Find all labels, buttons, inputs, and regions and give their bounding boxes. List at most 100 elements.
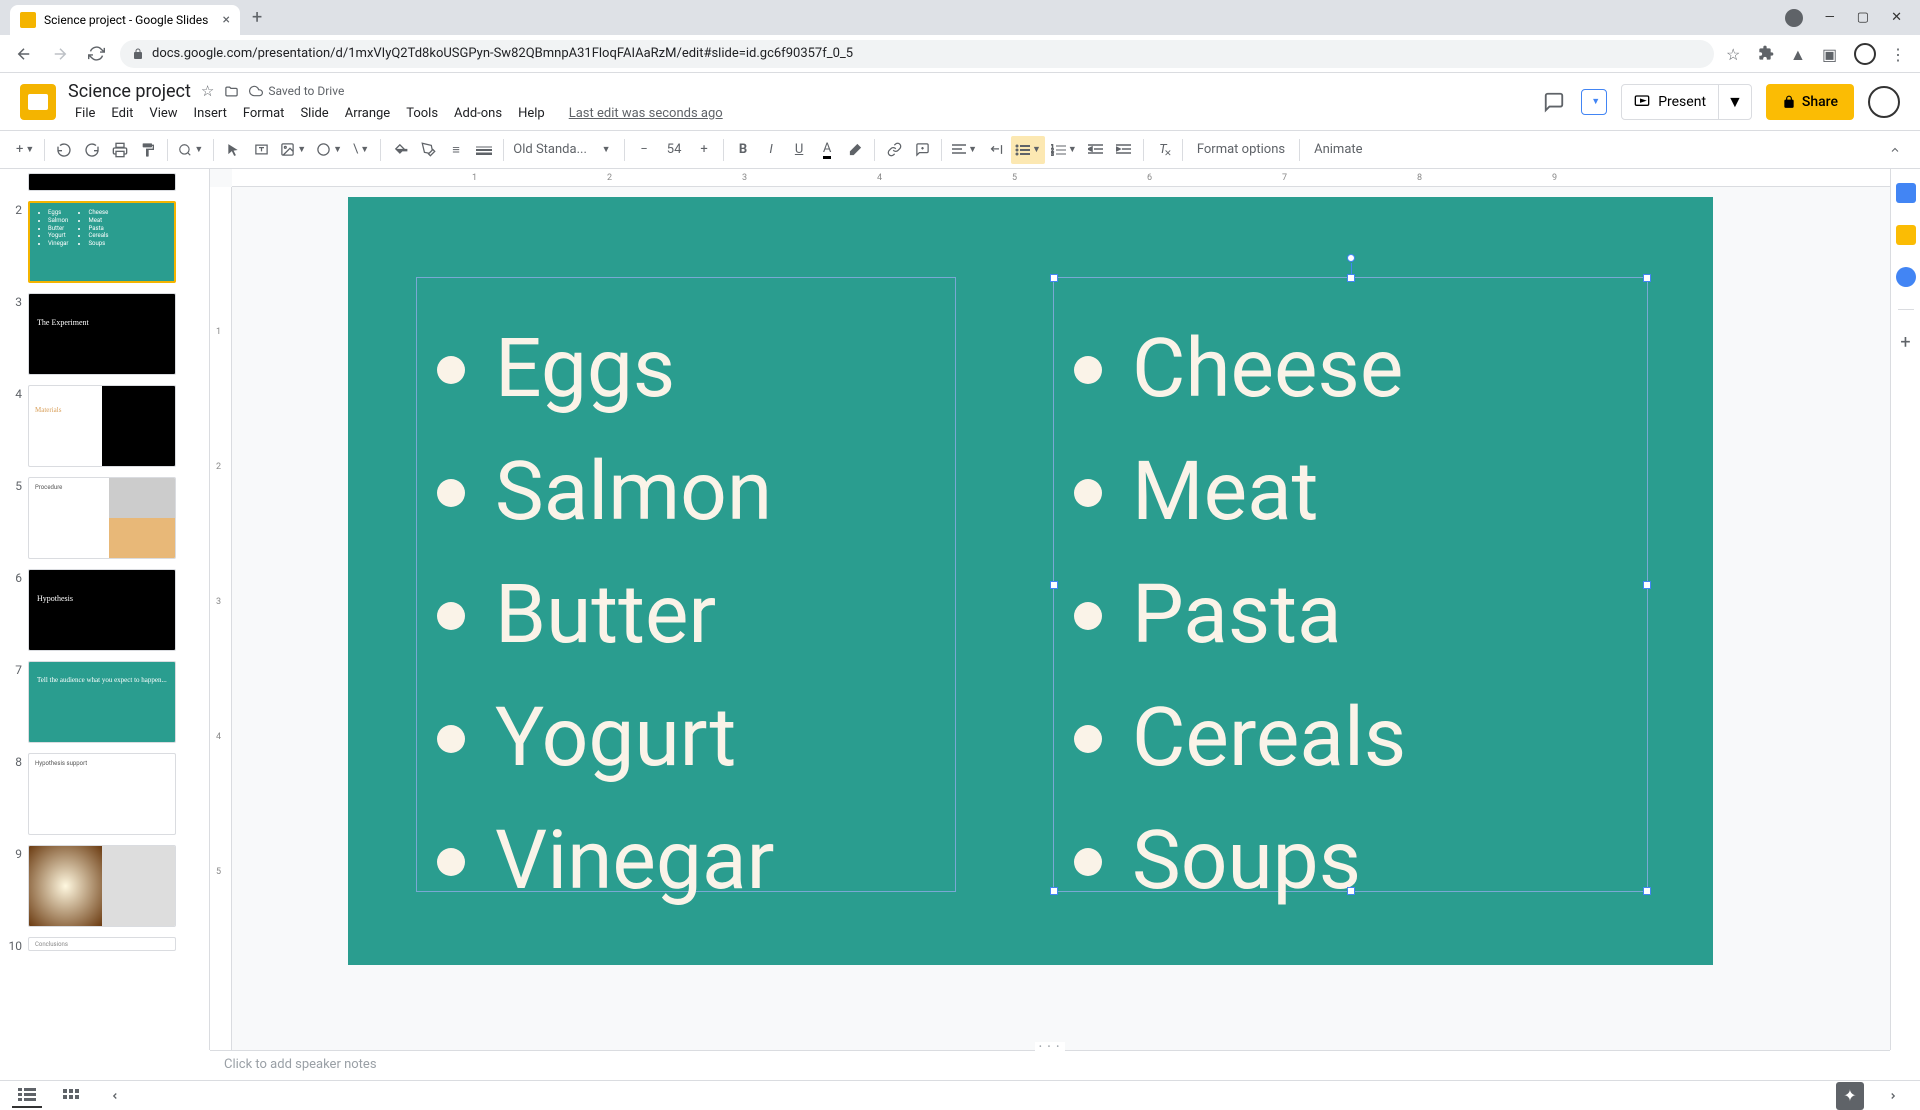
move-icon[interactable] [224,84,239,99]
underline-button[interactable]: U [786,136,812,164]
bullet-item[interactable]: Soups [1074,800,1627,923]
close-window-icon[interactable]: ✕ [1891,10,1902,25]
new-tab-button[interactable]: + [240,7,274,28]
resize-handle[interactable] [1050,581,1058,589]
bullet-item[interactable]: Cheese [1074,308,1627,431]
comments-icon[interactable] [1541,89,1567,115]
line-tool[interactable]: \▼ [348,136,374,164]
border-color-button[interactable] [415,136,441,164]
slide-thumb-1[interactable] [28,173,176,191]
chrome-menu-icon[interactable]: ⋮ [1890,45,1908,63]
forward-button[interactable] [48,42,72,66]
font-dropdown-icon[interactable]: ▼ [592,136,618,164]
shape-tool[interactable]: ▼ [312,136,346,164]
bullet-item[interactable]: Yogurt [437,677,935,800]
side-panel-toggle-button[interactable] [1878,1084,1908,1108]
slide-thumb-4[interactable]: Materials [28,385,176,467]
resize-handle[interactable] [1643,274,1651,282]
align-button[interactable]: ▼ [948,136,981,164]
ext-icon-2[interactable]: ▣ [1822,45,1840,63]
indent-decrease-button[interactable] [1083,136,1109,164]
textbox-tool[interactable] [248,136,274,164]
slides-logo-icon[interactable] [20,84,56,120]
reload-button[interactable] [84,42,108,66]
resize-handle[interactable] [1050,887,1058,895]
menu-arrange[interactable]: Arrange [338,104,397,123]
resize-handle[interactable] [1347,274,1355,282]
resize-handle[interactable] [1050,274,1058,282]
bullet-item[interactable]: Salmon [437,431,935,554]
line-spacing-button[interactable] [983,136,1009,164]
browser-profile-icon[interactable] [1854,43,1876,65]
bullet-item[interactable]: Cereals [1074,677,1627,800]
resize-handle[interactable] [1643,887,1651,895]
border-weight-button[interactable]: ≡ [443,136,469,164]
present-dropdown-icon[interactable]: ▼ [1581,89,1607,115]
new-slide-button[interactable]: +▼ [12,136,38,164]
slide-thumb-10[interactable]: Conclusions [28,937,176,951]
browser-tab[interactable]: Science project - Google Slides × [10,5,240,35]
menu-view[interactable]: View [142,104,184,123]
bulleted-list-button[interactable]: ▼ [1011,136,1045,164]
resize-handle[interactable] [1347,887,1355,895]
undo-button[interactable] [51,136,77,164]
toolbar-collapse-icon[interactable] [1882,136,1908,164]
bullet-item[interactable]: Eggs [437,308,935,431]
animate-button[interactable]: Animate [1306,136,1370,164]
highlight-button[interactable] [842,136,868,164]
font-size-input[interactable]: 54 [659,136,689,164]
slide-thumb-5[interactable]: Procedure [28,477,176,559]
tasks-icon[interactable] [1896,267,1916,287]
explore-button[interactable]: ✦ [1836,1082,1864,1110]
zoom-button[interactable]: ▼ [174,136,207,164]
canvas-area[interactable]: 1 2 3 4 5 6 7 8 9 1 2 3 4 5 Eggs Salmon [210,169,1890,1050]
menu-format[interactable]: Format [236,104,292,123]
link-button[interactable] [881,136,907,164]
numbered-list-button[interactable]: 123 ▼ [1047,136,1081,164]
comment-button[interactable] [909,136,935,164]
menu-edit[interactable]: Edit [104,104,140,123]
resize-handle[interactable] [1643,581,1651,589]
share-button[interactable]: Share [1766,84,1854,120]
profile-badge-icon[interactable] [1785,9,1803,27]
account-icon[interactable] [1868,86,1900,118]
bold-button[interactable]: B [730,136,756,164]
last-edit-link[interactable]: Last edit was seconds ago [562,104,730,123]
slide-thumb-7[interactable]: Tell the audience what you expect to hap… [28,661,176,743]
bullet-item[interactable]: Butter [437,554,935,677]
select-tool[interactable] [220,136,246,164]
slide-thumb-3[interactable]: The Experiment [28,293,176,375]
present-dropdown[interactable]: ▼ [1718,85,1751,119]
font-size-decrease[interactable]: − [631,136,657,164]
bullet-item[interactable]: Vinegar [437,800,935,923]
slide-thumb-9[interactable] [28,845,176,927]
border-dash-button[interactable] [471,136,497,164]
menu-insert[interactable]: Insert [187,104,234,123]
bookmark-icon[interactable]: ☆ [1726,45,1744,63]
filmstrip-view-button[interactable] [12,1084,42,1108]
textbox-right[interactable]: Cheese Meat Pasta Cereals Soups [1053,277,1648,892]
slide-thumb-8[interactable]: Hypothesis support [28,753,176,835]
maximize-icon[interactable]: ▢ [1857,10,1869,25]
rotate-handle[interactable] [1347,254,1355,262]
star-icon[interactable]: ☆ [201,82,214,100]
image-tool[interactable]: ▼ [276,136,310,164]
menu-slide[interactable]: Slide [293,104,335,123]
menu-help[interactable]: Help [511,104,552,123]
bullet-item[interactable]: Pasta [1074,554,1627,677]
grid-view-button[interactable] [56,1084,86,1108]
textbox-left[interactable]: Eggs Salmon Butter Yogurt Vinegar [416,277,956,892]
slide-canvas[interactable]: Eggs Salmon Butter Yogurt Vinegar [348,197,1713,965]
keep-icon[interactable] [1896,225,1916,245]
collapse-filmstrip-button[interactable] [100,1084,130,1108]
paint-format-button[interactable] [135,136,161,164]
save-status[interactable]: Saved to Drive [249,84,344,98]
ext-icon-1[interactable]: ▲ [1790,45,1808,63]
extensions-icon[interactable] [1758,45,1776,63]
url-field[interactable]: docs.google.com/presentation/d/1mxVIyQ2T… [120,40,1714,68]
doc-title[interactable]: Science project [68,81,191,102]
clear-formatting-button[interactable]: T✕ [1150,136,1176,164]
bullet-item[interactable]: Meat [1074,431,1627,554]
speaker-notes[interactable]: Click to add speaker notes [210,1050,1890,1080]
present-button[interactable]: Present [1622,85,1718,119]
